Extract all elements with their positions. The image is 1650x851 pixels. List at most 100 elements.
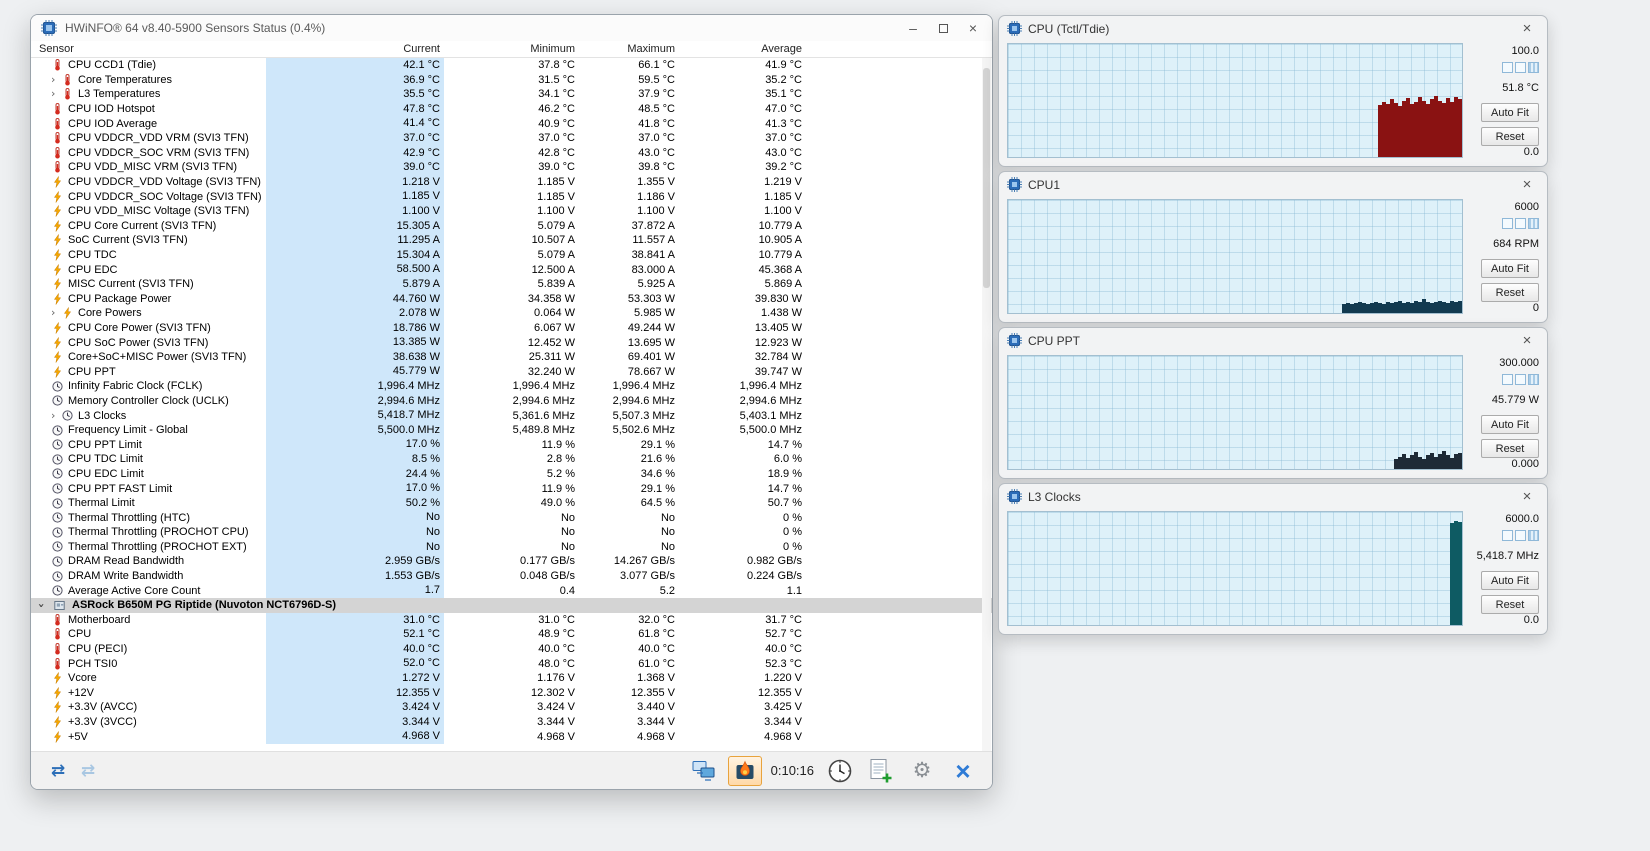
graph-titlebar[interactable]: L3 Clocks × [999,484,1547,509]
sensor-row[interactable]: +5V 4.968 V 4.968 V 4.968 V 4.968 V [31,729,992,744]
sensor-row[interactable]: CPU CCD1 (Tdie) 42.1 °C 37.8 °C 66.1 °C 41.9… [31,58,992,73]
bar-color-button[interactable] [1528,62,1539,73]
bg-color-button[interactable] [1502,374,1513,385]
sensor-row[interactable]: MISC Current (SVI3 TFN) 5.879 A 5.839 A 5.9… [31,276,992,292]
sensor-row[interactable]: CPU VDDCR_SOC VRM (SVI3 TFN) 42.9 °C 42.8 … [31,145,992,161]
sensor-row[interactable]: CPU IOD Hotspot 47.8 °C 46.2 °C 48.5 °C 47.0… [31,101,992,117]
sensor-row[interactable]: CPU VDD_MISC Voltage (SVI3 TFN) 1.100 V 1.… [31,203,992,219]
sensor-row[interactable]: CPU TDC 15.304 A 5.079 A 38.841 A 10.779 A [31,247,992,263]
remote-monitors-icon[interactable] [687,756,721,786]
sensor-row[interactable]: CPU VDDCR_VDD Voltage (SVI3 TFN) 1.218 V 1… [31,174,992,190]
vertical-scrollbar[interactable] [982,58,991,751]
next-sensor-button-disabled[interactable]: ⇄ [73,758,103,784]
expand-chevron-icon[interactable]: › [51,307,61,318]
bg-color-button[interactable] [1502,218,1513,229]
sensor-row[interactable]: CPU (PECI) 40.0 °C 40.0 °C 40.0 °C 40.0 °C [31,641,992,657]
sensor-row[interactable]: CPU IOD Average 41.4 °C 40.9 °C 41.8 °C 41.3… [31,116,992,131]
exit-x-icon[interactable]: × [946,756,980,786]
sensor-row[interactable]: CPU EDC 58.500 A 12.500 A 83.000 A 45.368 A [31,262,992,277]
sensor-row[interactable]: Thermal Limit 50.2 % 49.0 % 64.5 % 50.7 % [31,495,992,511]
reset-button[interactable]: Reset [1481,595,1539,614]
close-icon[interactable]: × [1515,332,1539,349]
bg-color-button[interactable] [1502,530,1513,541]
sensor-row[interactable]: Memory Controller Clock (UCLK) 2,994.6 MH… [31,393,992,409]
grid-color-button[interactable] [1515,218,1526,229]
grid-color-button[interactable] [1515,374,1526,385]
sensor-row[interactable]: Frequency Limit - Global 5,500.0 MHz 5,489… [31,422,992,438]
sensors-flame-icon[interactable] [727,755,762,786]
sensor-row[interactable]: +3.3V (3VCC) 3.344 V 3.344 V 3.344 V 3.344 V [31,714,992,730]
reset-button[interactable]: Reset [1481,283,1539,302]
close-icon[interactable]: × [1515,488,1539,505]
sensor-row[interactable]: DRAM Read Bandwidth 2.959 GB/s 0.177 GB/s 1… [31,554,992,569]
sensor-row[interactable]: +3.3V (AVCC) 3.424 V 3.424 V 3.440 V 3.425 V [31,700,992,715]
grid-color-button[interactable] [1515,62,1526,73]
sensor-row[interactable]: Thermal Throttling (HTC) No No No 0 % [31,510,992,525]
minimum-value: 40.9 °C [538,117,575,130]
sensor-row[interactable]: CPU Core Current (SVI3 TFN) 15.305 A 5.079… [31,218,992,234]
sensor-row[interactable]: Thermal Throttling (PROCHOT EXT) No No No 0 … [31,539,992,555]
sensor-row[interactable]: › L3 Clocks 5,418.7 MHz 5,361.6 MHz 5,507.3 … [31,408,992,423]
sensor-row[interactable]: CPU 52.1 °C 48.9 °C 61.8 °C 52.7 °C [31,627,992,642]
auto-fit-button[interactable]: Auto Fit [1481,103,1539,122]
sensor-row[interactable]: CPU PPT Limit 17.0 % 11.9 % 29.1 % 14.7 % [31,437,992,453]
auto-fit-button[interactable]: Auto Fit [1481,571,1539,590]
expand-chevron-icon[interactable]: › [51,88,61,99]
sensor-row[interactable]: Average Active Core Count 1.7 0.4 5.2 1.1 [31,583,992,598]
settings-gear-icon[interactable]: ⚙ [905,756,939,786]
sensor-row[interactable]: CPU VDD_MISC VRM (SVI3 TFN) 39.0 °C 39.0 °… [31,160,992,175]
auto-fit-button[interactable]: Auto Fit [1481,259,1539,278]
sensor-row[interactable]: CPU PPT FAST Limit 17.0 % 11.9 % 29.1 % 14.7… [31,481,992,496]
bar-color-button[interactable] [1528,374,1539,385]
auto-fit-button[interactable]: Auto Fit [1481,415,1539,434]
clock-icon[interactable] [823,756,857,786]
close-icon[interactable]: × [1515,176,1539,193]
sensor-row[interactable]: CPU SoC Power (SVI3 TFN) 13.385 W 12.452 W… [31,335,992,350]
sensor-row[interactable]: Motherboard 31.0 °C 31.0 °C 32.0 °C 31.7 °C [31,612,992,628]
sensor-row[interactable]: CPU Package Power 44.760 W 34.358 W 53.303 … [31,291,992,307]
sensor-row[interactable]: CPU TDC Limit 8.5 % 2.8 % 21.6 % 6.0 % [31,452,992,467]
sensor-row[interactable]: PCH TSI0 52.0 °C 48.0 °C 61.0 °C 52.3 °C [31,656,992,671]
column-header-sensor[interactable]: Sensor [31,43,266,55]
column-header-current[interactable]: Current [266,43,444,55]
graph-titlebar[interactable]: CPU PPT × [999,328,1547,353]
maximize-button[interactable] [928,17,958,39]
sensor-row[interactable]: › Core Powers 2.078 W 0.064 W 5.985 W 1.438 W [31,306,992,321]
column-header-average[interactable]: Average [679,43,806,55]
sensor-row[interactable]: DRAM Write Bandwidth 1.553 GB/s 0.048 GB/s… [31,568,992,584]
window-titlebar[interactable]: HWiNFO® 64 v8.40-5900 Sensors Status (0.… [31,15,992,41]
grid-color-button[interactable] [1515,530,1526,541]
collapse-chevron-icon[interactable]: › [35,599,53,612]
column-header-minimum[interactable]: Minimum [444,43,579,55]
report-icon[interactable] [864,756,898,786]
column-header-maximum[interactable]: Maximum [579,43,679,55]
bg-color-button[interactable] [1502,62,1513,73]
sensor-row[interactable]: Infinity Fabric Clock (FCLK) 1,996.4 MHz 1… [31,379,992,394]
bar-color-button[interactable] [1528,218,1539,229]
graph-titlebar[interactable]: CPU (Tctl/Tdie) × [999,16,1547,41]
sensor-row[interactable]: Core+SoC+MISC Power (SVI3 TFN) 38.638 W 25… [31,349,992,365]
reset-button[interactable]: Reset [1481,127,1539,146]
section-header-row[interactable]: › ASRock B650M PG Riptide (Nuvoton NCT679… [31,597,992,613]
prev-next-sensor-button[interactable]: ⇄ [43,758,73,784]
sensor-row[interactable]: CPU Core Power (SVI3 TFN) 18.786 W 6.067 W… [31,320,992,336]
minimize-button[interactable]: – [898,17,928,39]
expand-chevron-icon[interactable]: › [51,74,61,85]
sensor-row[interactable]: CPU EDC Limit 24.4 % 5.2 % 34.6 % 18.9 % [31,466,992,482]
sensor-row[interactable]: › Core Temperatures 36.9 °C 31.5 °C 59.5 °C 3… [31,72,992,88]
sensor-row[interactable]: +12V 12.355 V 12.302 V 12.355 V 12.355 V [31,685,992,701]
sensor-row[interactable]: CPU VDDCR_SOC Voltage (SVI3 TFN) 1.185 V 1… [31,189,992,204]
sensor-row[interactable]: Vcore 1.272 V 1.176 V 1.368 V 1.220 V [31,670,992,686]
close-icon[interactable]: × [1515,20,1539,37]
sensor-row[interactable]: Thermal Throttling (PROCHOT CPU) No No No 0 … [31,525,992,540]
close-button[interactable]: × [958,17,988,39]
reset-button[interactable]: Reset [1481,439,1539,458]
sensor-row[interactable]: CPU PPT 45.779 W 32.240 W 78.667 W 39.747 W [31,364,992,380]
scrollbar-thumb[interactable] [983,68,990,288]
expand-chevron-icon[interactable]: › [51,410,61,421]
sensor-row[interactable]: › L3 Temperatures 35.5 °C 34.1 °C 37.9 °C 35.… [31,87,992,102]
sensor-row[interactable]: SoC Current (SVI3 TFN) 11.295 A 10.507 A 11… [31,233,992,248]
sensor-row[interactable]: CPU VDDCR_VDD VRM (SVI3 TFN) 37.0 °C 37.0 … [31,130,992,146]
bar-color-button[interactable] [1528,530,1539,541]
graph-titlebar[interactable]: CPU1 × [999,172,1547,197]
